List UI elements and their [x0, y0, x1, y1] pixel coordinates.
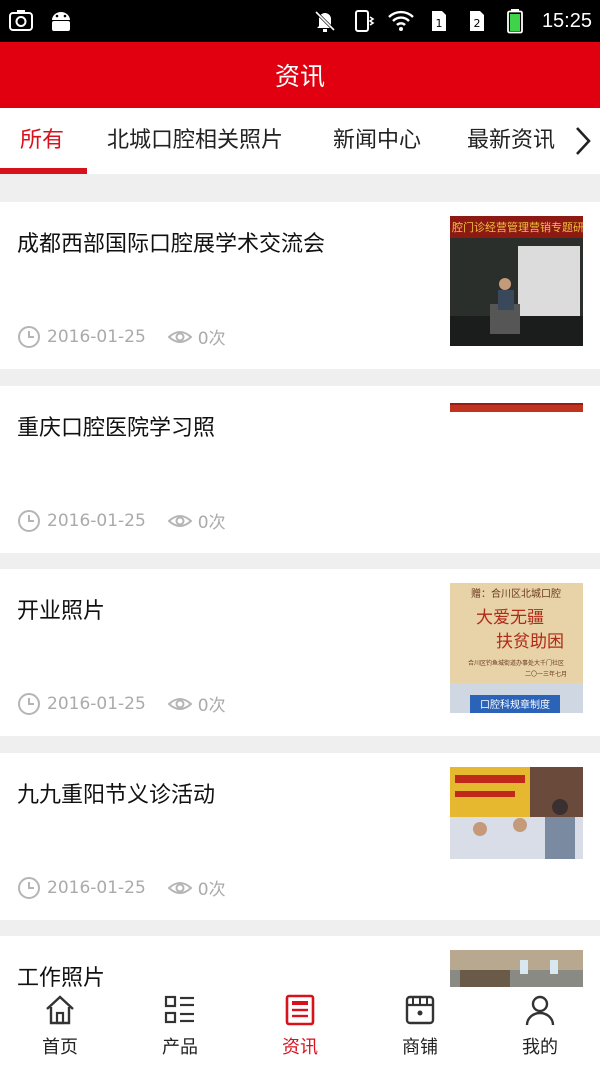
- news-title: 九九重阳节义诊活动: [17, 783, 216, 808]
- news-date: 2016-01-25: [47, 877, 146, 898]
- nav-label: 产品: [162, 1037, 198, 1058]
- nav-home[interactable]: 首页: [0, 987, 120, 1067]
- status-time: 15:25: [541, 9, 592, 32]
- news-icon: [285, 994, 315, 1026]
- android-icon: [52, 12, 70, 31]
- conference-banner-text: 腔门诊经营管理营销专题研讨: [452, 220, 583, 234]
- news-date: 2016-01-25: [47, 326, 146, 347]
- nav-profile[interactable]: 我的: [480, 987, 600, 1067]
- news-views: 0次: [197, 513, 226, 533]
- news-meta: 2016-01-25 0次: [17, 691, 226, 716]
- news-item[interactable]: 重庆口腔医院学习照 2016-01-25 0次: [0, 386, 600, 553]
- nav-label: 资讯: [282, 1037, 318, 1058]
- news-views: 0次: [197, 880, 226, 900]
- news-item[interactable]: 开业照片 2016-01-25 0次 赠：合川区北城口腔 大爱无疆 扶贫助困 合…: [0, 569, 600, 736]
- eye-icon: [167, 514, 192, 527]
- tabs-scroll-right-button[interactable]: [566, 108, 600, 174]
- clock-icon: [18, 325, 40, 348]
- news-title: 成都西部国际口腔展学术交流会: [17, 232, 326, 257]
- news-views: 0次: [197, 329, 226, 349]
- bottom-nav: 首页 产品 资讯 商铺 我的: [0, 987, 600, 1067]
- wifi-icon: [388, 10, 414, 31]
- category-tabs: 所有 北城口腔相关照片 新闻中心 最新资讯: [0, 108, 600, 174]
- plaque-line2: 大爱无疆: [476, 608, 544, 628]
- news-title: 重庆口腔医院学习照: [17, 416, 216, 441]
- news-meta: 2016-01-25 0次: [17, 324, 226, 349]
- news-date: 2016-01-25: [47, 693, 146, 714]
- phone-vibrate-icon: [354, 10, 375, 32]
- eye-icon: [167, 697, 192, 710]
- news-meta: 2016-01-25 0次: [17, 508, 226, 533]
- event-photo: [450, 767, 583, 859]
- news-item[interactable]: 工作照片: [0, 936, 600, 987]
- plaque-line3: 扶贫助困: [496, 632, 564, 652]
- news-views: 0次: [197, 696, 226, 716]
- banner-photo-partial: [450, 400, 583, 412]
- home-icon: [46, 995, 74, 1025]
- plaque-line5: 二〇一三年七月: [525, 670, 567, 678]
- user-icon: [525, 995, 555, 1026]
- sim2-icon: 2: [469, 11, 484, 31]
- plaque-footer: 口腔科规章制度: [480, 698, 550, 711]
- chevron-right-icon: [576, 127, 591, 155]
- status-bar: 1 2 15:25: [0, 0, 600, 42]
- clock-icon: [18, 509, 40, 532]
- news-meta: 2016-01-25 0次: [17, 875, 226, 900]
- news-item[interactable]: 九九重阳节义诊活动 2016-01-25 0次: [0, 753, 600, 920]
- tab-beicheng-photos[interactable]: 北城口腔相关照片: [107, 108, 283, 174]
- news-title: 工作照片: [17, 966, 106, 987]
- store-icon: [405, 995, 435, 1025]
- plaque-line1: 赠：合川区北城口腔: [471, 587, 561, 600]
- page-title: 资讯: [274, 62, 325, 91]
- eye-icon: [167, 330, 192, 343]
- nav-products[interactable]: 产品: [120, 987, 240, 1067]
- conference-photo: 腔门诊经营管理营销专题研讨: [450, 216, 583, 346]
- news-list: 成都西部国际口腔展学术交流会 2016-01-25 0次 腔门诊经营管理营销专题…: [0, 174, 600, 987]
- clock-icon: [18, 876, 40, 899]
- news-date: 2016-01-25: [47, 510, 146, 531]
- news-item[interactable]: 成都西部国际口腔展学术交流会 2016-01-25 0次 腔门诊经营管理营销专题…: [0, 202, 600, 369]
- nav-label: 首页: [42, 1037, 78, 1058]
- clinic-photo: [450, 950, 583, 987]
- plaque-line4: 合川区钓鱼城街道办事处大千门社区: [468, 659, 564, 667]
- app-header: 资讯: [0, 42, 600, 108]
- tab-all[interactable]: 所有: [20, 108, 64, 174]
- screenshot-icon: [9, 10, 33, 31]
- nav-label: 商铺: [402, 1037, 438, 1058]
- nav-store[interactable]: 商铺: [360, 987, 480, 1067]
- svg-text:1: 1: [435, 17, 442, 30]
- tab-news-center[interactable]: 新闻中心: [333, 108, 421, 174]
- sim1-icon: 1: [431, 11, 446, 31]
- tab-latest-news[interactable]: 最新资讯: [467, 108, 555, 174]
- plaque-photo: 赠：合川区北城口腔 大爱无疆 扶贫助困 合川区钓鱼城街道办事处大千门社区 二〇一…: [450, 583, 583, 713]
- news-title: 开业照片: [17, 599, 106, 624]
- nav-label: 我的: [522, 1037, 558, 1058]
- clock-icon: [18, 692, 40, 715]
- battery-icon: [507, 9, 523, 34]
- mute-icon: [314, 10, 335, 32]
- svg-text:2: 2: [473, 17, 480, 30]
- nav-news[interactable]: 资讯: [240, 987, 360, 1067]
- eye-icon: [167, 881, 192, 894]
- grid-list-icon: [164, 995, 194, 1024]
